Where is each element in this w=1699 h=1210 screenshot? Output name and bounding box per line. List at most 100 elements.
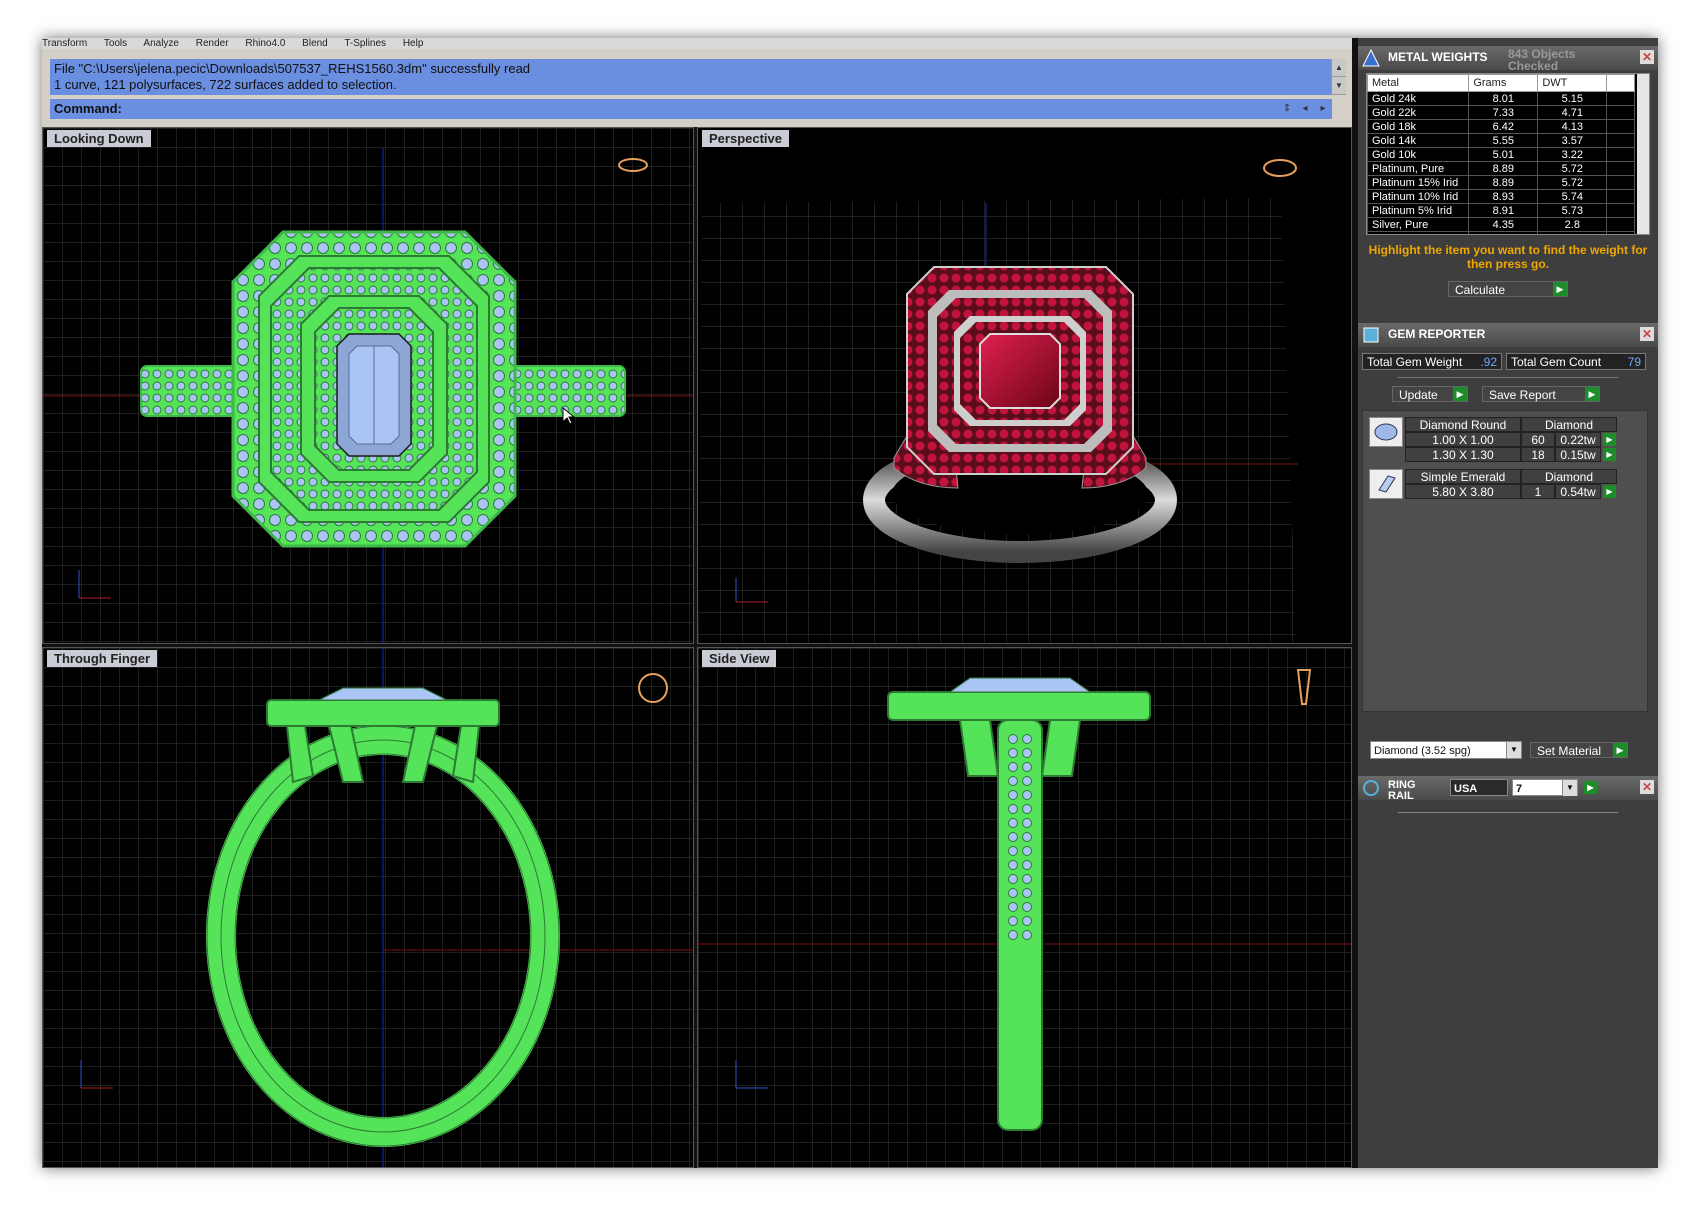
- metal-row[interactable]: Platinum 5% Irid 8.91 5.73: [1367, 203, 1635, 218]
- gem-count: 1: [1521, 484, 1555, 499]
- metal-weights-scrollbar[interactable]: [1637, 74, 1649, 234]
- metal-dwt: 4.71: [1537, 105, 1608, 120]
- play-icon[interactable]: ▶: [1613, 743, 1627, 757]
- ring-rail-header: RING RAIL USA 7 ▼ ▶ ✕: [1358, 776, 1658, 802]
- emerald-gem-icon: [1369, 469, 1403, 499]
- set-material-button[interactable]: Set Material ▶: [1530, 742, 1628, 758]
- metal-blank: [1606, 189, 1635, 204]
- close-icon[interactable]: ✕: [1640, 50, 1654, 64]
- metal-dwt: 5.74: [1537, 189, 1608, 204]
- menu-help[interactable]: Help: [403, 38, 424, 49]
- metal-blank: [1606, 231, 1635, 234]
- gem-group-emerald[interactable]: Simple Emerald Diamond 5.80 X 3.80 1 0.5…: [1367, 467, 1629, 501]
- metal-blank: [1606, 147, 1635, 162]
- play-icon[interactable]: ▶: [1453, 387, 1467, 401]
- metal-row[interactable]: Gold 22k 7.33 4.71: [1367, 105, 1635, 120]
- metal-row[interactable]: Silver, Sterling (9...4.312.77: [1367, 231, 1635, 234]
- gem-reporter-icon: [1363, 327, 1379, 343]
- metal-row[interactable]: Platinum 15% Irid 8.89 5.72: [1367, 175, 1635, 190]
- menu-render[interactable]: Render: [196, 38, 229, 49]
- gem-material: Diamond: [1521, 417, 1617, 432]
- command-input[interactable]: [130, 101, 1230, 117]
- gem-shape: Simple Emerald: [1405, 469, 1521, 484]
- viewport-label[interactable]: Side View: [702, 650, 777, 667]
- metal-blank: [1606, 161, 1635, 176]
- play-icon[interactable]: ▶: [1585, 387, 1599, 401]
- history-scrollbar[interactable]: ▲ ▼: [1331, 59, 1346, 95]
- scroll-down-icon[interactable]: ▼: [1332, 77, 1346, 95]
- menu-tools[interactable]: Tools: [104, 38, 127, 49]
- play-icon[interactable]: ▶: [1584, 781, 1597, 794]
- play-icon[interactable]: ▶: [1603, 448, 1616, 461]
- viewport-label[interactable]: Perspective: [702, 130, 789, 147]
- arrow-right-icon[interactable]: ▸: [1314, 100, 1332, 118]
- history-line: File "C:\Users\jelena.pecic\Downloads\50…: [54, 61, 531, 76]
- ring-rail-title: RING RAIL: [1388, 779, 1416, 802]
- menu-transform[interactable]: Transform: [42, 38, 87, 49]
- gem-list: Diamond Round Diamond 1.00 X 1.00 60 0.2…: [1362, 410, 1648, 712]
- update-label: Update: [1399, 388, 1438, 402]
- spin-icon[interactable]: ⇕: [1278, 100, 1296, 118]
- metal-dwt: 5.73: [1537, 203, 1608, 218]
- metal-grams: 5.55: [1468, 133, 1539, 148]
- close-icon[interactable]: ✕: [1640, 327, 1654, 341]
- viewport-label[interactable]: Looking Down: [47, 130, 151, 147]
- metal-dwt: 3.57: [1537, 133, 1608, 148]
- metal-row[interactable]: Gold 24k 8.01 5.15: [1367, 91, 1635, 106]
- menu-analyze[interactable]: Analyze: [143, 38, 179, 49]
- menu-rhino[interactable]: Rhino4.0: [245, 38, 285, 49]
- metal-dwt: 2.77: [1537, 231, 1608, 234]
- col-metal[interactable]: Metal: [1367, 74, 1470, 92]
- metal-weights-title: METAL WEIGHTS: [1388, 50, 1488, 64]
- menubar: Transform Tools Analyze Render Rhino4.0 …: [42, 38, 1352, 49]
- ring-size-select[interactable]: 7 ▼: [1512, 779, 1578, 796]
- calculate-button[interactable]: Calculate ▶: [1448, 281, 1568, 297]
- metal-row[interactable]: Gold 14k 5.55 3.57: [1367, 133, 1635, 148]
- metal-row[interactable]: Silver, Pure 4.35 2.8: [1367, 217, 1635, 232]
- metal-blank: [1606, 91, 1635, 106]
- ring-standard-select[interactable]: USA: [1450, 779, 1508, 796]
- metal-row[interactable]: Platinum, Pure 8.89 5.72: [1367, 161, 1635, 176]
- viewport-side-view[interactable]: Side View: [697, 647, 1352, 1168]
- viewport-through-finger[interactable]: Through Finger: [42, 647, 694, 1168]
- play-icon[interactable]: ▶: [1553, 282, 1567, 296]
- close-icon[interactable]: ✕: [1640, 780, 1654, 794]
- metal-name: Silver, Sterling (9...: [1367, 231, 1470, 234]
- gem-group-round[interactable]: Diamond Round Diamond 1.00 X 1.00 60 0.2…: [1367, 415, 1629, 463]
- metal-grams: 8.93: [1468, 189, 1539, 204]
- total-gem-count-label: Total Gem Count: [1511, 355, 1602, 369]
- metal-blank: [1606, 119, 1635, 134]
- metal-name: Platinum 5% Irid: [1367, 203, 1470, 218]
- ring-rail-slider[interactable]: [1398, 812, 1618, 813]
- viewport-label[interactable]: Through Finger: [47, 650, 158, 667]
- material-select[interactable]: Diamond (3.52 spg) ▼: [1370, 741, 1522, 759]
- menu-blend[interactable]: Blend: [302, 38, 328, 49]
- metal-blank: [1606, 203, 1635, 218]
- ring-rail-icon: [1363, 780, 1379, 796]
- metal-name: Platinum 10% Irid: [1367, 189, 1470, 204]
- viewport-looking-down[interactable]: Looking Down: [42, 127, 694, 644]
- arrow-left-icon[interactable]: ◂: [1296, 100, 1314, 118]
- chevron-down-icon[interactable]: ▼: [1562, 780, 1577, 796]
- gem-size: 1.00 X 1.00: [1405, 432, 1521, 447]
- metal-row[interactable]: Gold 18k 6.42 4.13: [1367, 119, 1635, 134]
- command-nav: ⇕ ◂ ▸: [1278, 100, 1348, 118]
- chevron-down-icon[interactable]: ▼: [1506, 742, 1521, 758]
- metal-row[interactable]: Gold 10k 5.01 3.22: [1367, 147, 1635, 162]
- save-report-button[interactable]: Save Report ▶: [1482, 386, 1600, 402]
- round-gem-icon: [1369, 417, 1403, 447]
- splitter-handle[interactable]: [1398, 377, 1618, 378]
- col-grams[interactable]: Grams: [1468, 74, 1539, 92]
- menu-tsplines[interactable]: T-Splines: [344, 38, 386, 49]
- metal-blank: [1606, 105, 1635, 120]
- gem-size: 1.30 X 1.30: [1405, 447, 1521, 462]
- update-button[interactable]: Update ▶: [1392, 386, 1468, 402]
- metal-row[interactable]: Platinum 10% Irid 8.93 5.74: [1367, 189, 1635, 204]
- metal-grams: 8.89: [1468, 161, 1539, 176]
- play-icon[interactable]: ▶: [1603, 433, 1616, 446]
- play-icon[interactable]: ▶: [1603, 485, 1616, 498]
- col-dwt[interactable]: DWT: [1537, 74, 1608, 92]
- scroll-up-icon[interactable]: ▲: [1332, 59, 1346, 77]
- viewport-perspective[interactable]: Perspective: [697, 127, 1352, 644]
- metal-weights-status: 843 Objects Checked: [1508, 47, 1576, 73]
